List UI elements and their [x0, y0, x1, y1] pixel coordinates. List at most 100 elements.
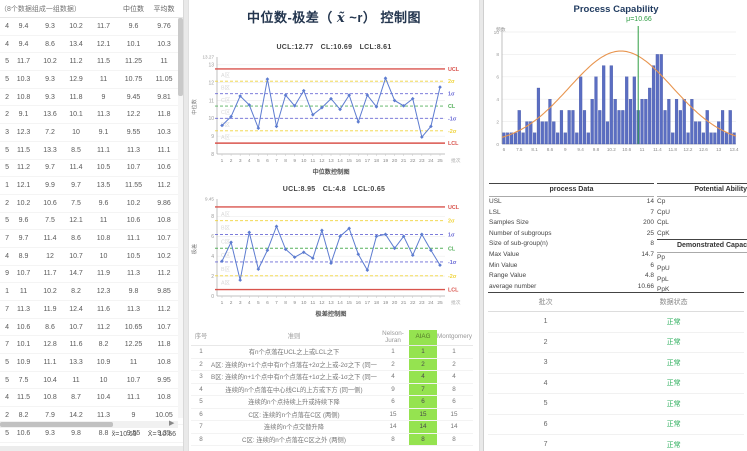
- table-row[interactable]: 48.91210.71010.510.2: [0, 248, 183, 266]
- table-row[interactable]: 711.311.912.411.611.311.2: [0, 301, 183, 319]
- table-row[interactable]: 49.48.613.412.110.110.3: [0, 36, 183, 54]
- table-row[interactable]: 57.510.4111010.79.95: [0, 372, 183, 390]
- svg-text:8: 8: [211, 152, 214, 158]
- table-row[interactable]: 410.68.610.711.210.6510.7: [0, 319, 183, 337]
- table-row[interactable]: 511.710.211.211.511.2511: [0, 53, 183, 71]
- table-cell: 10.5: [117, 253, 150, 260]
- horizontal-scrollbar-thumb[interactable]: [0, 422, 113, 427]
- bottom-strip: [0, 446, 183, 451]
- capability-index-row: PpU: [657, 264, 747, 275]
- table-cell: 10.2: [38, 288, 62, 295]
- table-row[interactable]: 511.29.711.410.510.710.6: [0, 160, 183, 178]
- svg-text:0: 0: [211, 294, 214, 300]
- table-cell: 10.05: [150, 412, 178, 419]
- table-row[interactable]: 210.89.311.899.459.81: [0, 89, 183, 107]
- process-data-value: 7: [650, 208, 654, 219]
- svg-text:22: 22: [410, 158, 416, 164]
- table-cell: 12.8: [38, 341, 62, 348]
- table-cell: 11.55: [117, 182, 150, 189]
- process-capability-histogram[interactable]: 1086420频数67.58.18.699.49.810.210.61111.4…: [484, 26, 747, 158]
- svg-text:18: 18: [374, 300, 380, 306]
- svg-text:13.27: 13.27: [203, 55, 215, 60]
- table-cell: 12.25: [117, 341, 150, 348]
- rule-id: 1: [191, 348, 211, 355]
- svg-text:2: 2: [230, 158, 233, 164]
- table-row[interactable]: 910.711.714.711.911.311.2: [0, 266, 183, 284]
- rules-col-nelson: Nelson-Juran: [377, 331, 409, 345]
- vertical-scrollbar[interactable]: [178, 18, 183, 418]
- process-data-label: average number: [489, 282, 536, 293]
- table-row[interactable]: 510.39.312.91110.7511.05: [0, 71, 183, 89]
- table-cell: 10.8: [90, 235, 117, 242]
- process-data-row: Size of sub-group(n)8: [489, 239, 654, 250]
- batch-status-row: 4正常: [488, 374, 744, 395]
- table-cell: 5: [0, 147, 9, 154]
- table-row[interactable]: 510.911.113.310.91110.8: [0, 354, 183, 372]
- process-data-row: Range Value4.8: [489, 271, 654, 282]
- svg-text:10: 10: [301, 158, 307, 164]
- table-cell: 9.3: [38, 23, 62, 30]
- table-row[interactable]: 79.711.48.610.811.110.7: [0, 230, 183, 248]
- svg-text:11.8: 11.8: [668, 147, 677, 152]
- table-cell: 10.7: [117, 164, 150, 171]
- rules-table-row: 1有n个点落在UCL之上或LCL之下111: [191, 346, 473, 359]
- range-control-chart[interactable]: 864209.451234567891011121314151617181920…: [189, 194, 479, 322]
- table-cell: 10.8: [150, 359, 178, 366]
- svg-text:19: 19: [383, 300, 389, 306]
- table-cell: 10.5: [90, 164, 117, 171]
- svg-text:极差: 极差: [190, 244, 198, 254]
- rules-table-row: 7连续的n个点交替升降141414: [191, 421, 473, 434]
- svg-text:6: 6: [266, 300, 269, 306]
- vertical-scrollbar-thumb[interactable]: [178, 18, 183, 96]
- process-data-label: Max Value: [489, 250, 519, 261]
- table-cell: 12: [38, 253, 62, 260]
- table-cell: 11: [62, 377, 90, 384]
- table-row[interactable]: 312.37.2109.19.5510.3: [0, 124, 183, 142]
- rule-id: 7: [191, 423, 211, 430]
- table-cell: 10.7: [150, 235, 178, 242]
- table-row[interactable]: 511.513.38.511.111.311.1: [0, 142, 183, 160]
- table-row[interactable]: 411.510.88.710.411.110.8: [0, 389, 183, 407]
- status-value: 正常: [603, 378, 744, 388]
- median-control-chart[interactable]: 131211109813.271234567891011121314151617…: [189, 52, 479, 180]
- process-data-value: 4.8: [645, 271, 654, 282]
- process-data-value: 8: [650, 239, 654, 250]
- table-cell: 11.7: [90, 23, 117, 30]
- table-cell: 11.4: [38, 235, 62, 242]
- rule-text: B区: 连续的n+1个点中有n个点落在+1σ之上或-1σ之下 (同一侧): [211, 372, 377, 381]
- capability-index-label: CpL: [657, 218, 669, 229]
- svg-text:12: 12: [319, 300, 325, 306]
- table-row[interactable]: 49.49.310.211.79.69.76: [0, 18, 183, 36]
- raw-data-rows: 49.49.310.211.79.69.7649.48.613.412.110.…: [0, 18, 183, 443]
- table-cell: 14.2: [62, 412, 90, 419]
- scroll-right-arrow-icon[interactable]: ▶: [169, 419, 174, 429]
- table-cell: 12.1: [62, 217, 90, 224]
- table-cell: 11.3: [117, 306, 150, 313]
- batch-number: 1: [488, 318, 603, 325]
- table-row[interactable]: 112.19.99.713.511.5511.2: [0, 177, 183, 195]
- table-cell: 9.81: [150, 94, 178, 101]
- xtilde-symbol: x̃: [337, 11, 345, 26]
- table-row[interactable]: 710.112.811.68.212.2511.8: [0, 336, 183, 354]
- rules-col-aiag: AIAG: [409, 330, 437, 345]
- process-data-row: LSL7: [489, 208, 654, 219]
- process-data-row: average number10.66: [489, 282, 654, 293]
- table-row[interactable]: 59.67.512.11110.610.8: [0, 213, 183, 231]
- table-row[interactable]: 29.113.610.111.312.211.8: [0, 106, 183, 124]
- table-cell: 8.2: [90, 341, 117, 348]
- table-cell: 9.6: [117, 23, 150, 30]
- raw-data-panel: （8个数据组成一组数据） 中位数 平均数 49.49.310.211.79.69…: [0, 0, 184, 451]
- rules-col-montgomery: Montgomery: [437, 334, 471, 341]
- table-cell: 2: [0, 200, 9, 207]
- status-table-header: 批次 数据状态: [488, 292, 744, 312]
- rule-text: A区: 连续的n+1个点中有n个点落在+2σ之上或-2σ之下 (同一侧): [211, 360, 377, 369]
- table-row[interactable]: 210.210.67.59.610.29.86: [0, 195, 183, 213]
- table-cell: 11.7: [9, 58, 38, 65]
- horizontal-scrollbar[interactable]: [0, 421, 178, 428]
- table-cell: 7.5: [38, 217, 62, 224]
- capability-index-row: Cp: [657, 197, 747, 208]
- table-cell: 10.4: [38, 377, 62, 384]
- table-row[interactable]: 11110.28.212.39.89.85: [0, 283, 183, 301]
- table-cell: 9: [90, 94, 117, 101]
- table-cell: 8.6: [38, 41, 62, 48]
